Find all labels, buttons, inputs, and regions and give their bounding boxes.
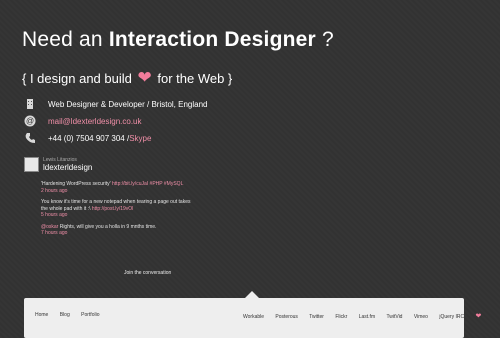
headline-part1: Need an: [22, 28, 109, 51]
tweet-time[interactable]: 2 hours ago: [41, 188, 191, 195]
footer-link-twitvid[interactable]: TwitVid: [386, 314, 402, 320]
footer-link-posterous[interactable]: Posterous: [275, 314, 298, 320]
twitter-header: Lewis Litanzios ldexterldesign: [24, 157, 92, 172]
phone-row: +44 (0) 7504 907 304 / Skype: [24, 132, 151, 144]
building-icon: [27, 99, 33, 109]
avatar[interactable]: [24, 157, 39, 172]
tweet-text: Rights, will give you a holla in 9 mnths…: [58, 223, 157, 230]
tweet-list: 'Hardening WordPress security' http://bi…: [41, 181, 191, 242]
tweet-time[interactable]: 5 hours ago: [41, 212, 191, 219]
tweet-link[interactable]: http://bit.ly/cuJaI #PHP #MySQL: [112, 181, 183, 187]
footer-link-home[interactable]: Home: [35, 312, 48, 318]
email-link[interactable]: mail@ldexterldesign.co.uk: [48, 117, 142, 126]
headline-emphasis: Interaction Designer: [108, 28, 316, 51]
footer-link-workable[interactable]: Workable: [243, 314, 264, 320]
tagline: { I design and build ❤ for the Web }: [22, 68, 232, 88]
phone-icon: [25, 133, 35, 143]
footer-nav-left: Home Blog Portfolio: [35, 312, 109, 318]
role-text: Web Designer & Developer / Bristol, Engl…: [48, 99, 208, 109]
footer-link-jquery-irc[interactable]: jQuery IRC: [439, 314, 464, 320]
tweet-mention[interactable]: @oskar: [41, 224, 58, 230]
tweet-link[interactable]: http://post.ly/19vOl: [92, 206, 133, 212]
footer-link-twitter[interactable]: Twitter: [309, 314, 324, 320]
join-conversation-link[interactable]: Join the conversation: [124, 270, 171, 276]
footer-link-flickr[interactable]: Flickr: [335, 314, 347, 320]
email-row: @ mail@ldexterldesign.co.uk: [24, 115, 142, 127]
tweet-time[interactable]: 7 hours ago: [41, 230, 191, 237]
tweet-text: 'Hardening WordPress security': [41, 181, 113, 187]
tweet-item: @oskar Rights, will give you a holla in …: [41, 224, 191, 237]
heart-icon: ❤: [137, 68, 152, 87]
role-row: Web Designer & Developer / Bristol, Engl…: [24, 98, 208, 110]
headline-part3: ?: [315, 28, 334, 51]
skype-link[interactable]: Skype: [129, 134, 151, 143]
footer-nav-right: Workable Posterous Twitter Flickr Last.f…: [243, 312, 491, 320]
footer-notch: [245, 291, 259, 298]
footer-link-portfolio[interactable]: Portfolio: [81, 312, 99, 318]
tagline-after: for the Web }: [153, 71, 233, 86]
twitter-handle[interactable]: ldexterldesign: [43, 163, 92, 172]
tweet-item: 'Hardening WordPress security' http://bi…: [41, 181, 191, 194]
footer-bar: Home Blog Portfolio Workable Posterous T…: [24, 298, 481, 338]
headline: Need an Interaction Designer ?: [22, 28, 334, 52]
at-sign-icon: @: [24, 115, 36, 127]
tagline-before: { I design and build: [22, 71, 136, 86]
footer-link-vimeo[interactable]: Vimeo: [414, 314, 428, 320]
svg-text:@: @: [26, 117, 34, 126]
heart-icon[interactable]: ❤: [475, 313, 481, 320]
footer-link-lastfm[interactable]: Last.fm: [359, 314, 375, 320]
phone-text: +44 (0) 7504 907 304 /: [48, 133, 130, 143]
tweet-item: You know it's time for a new notepad whe…: [41, 199, 191, 219]
footer-link-blog[interactable]: Blog: [60, 312, 70, 318]
